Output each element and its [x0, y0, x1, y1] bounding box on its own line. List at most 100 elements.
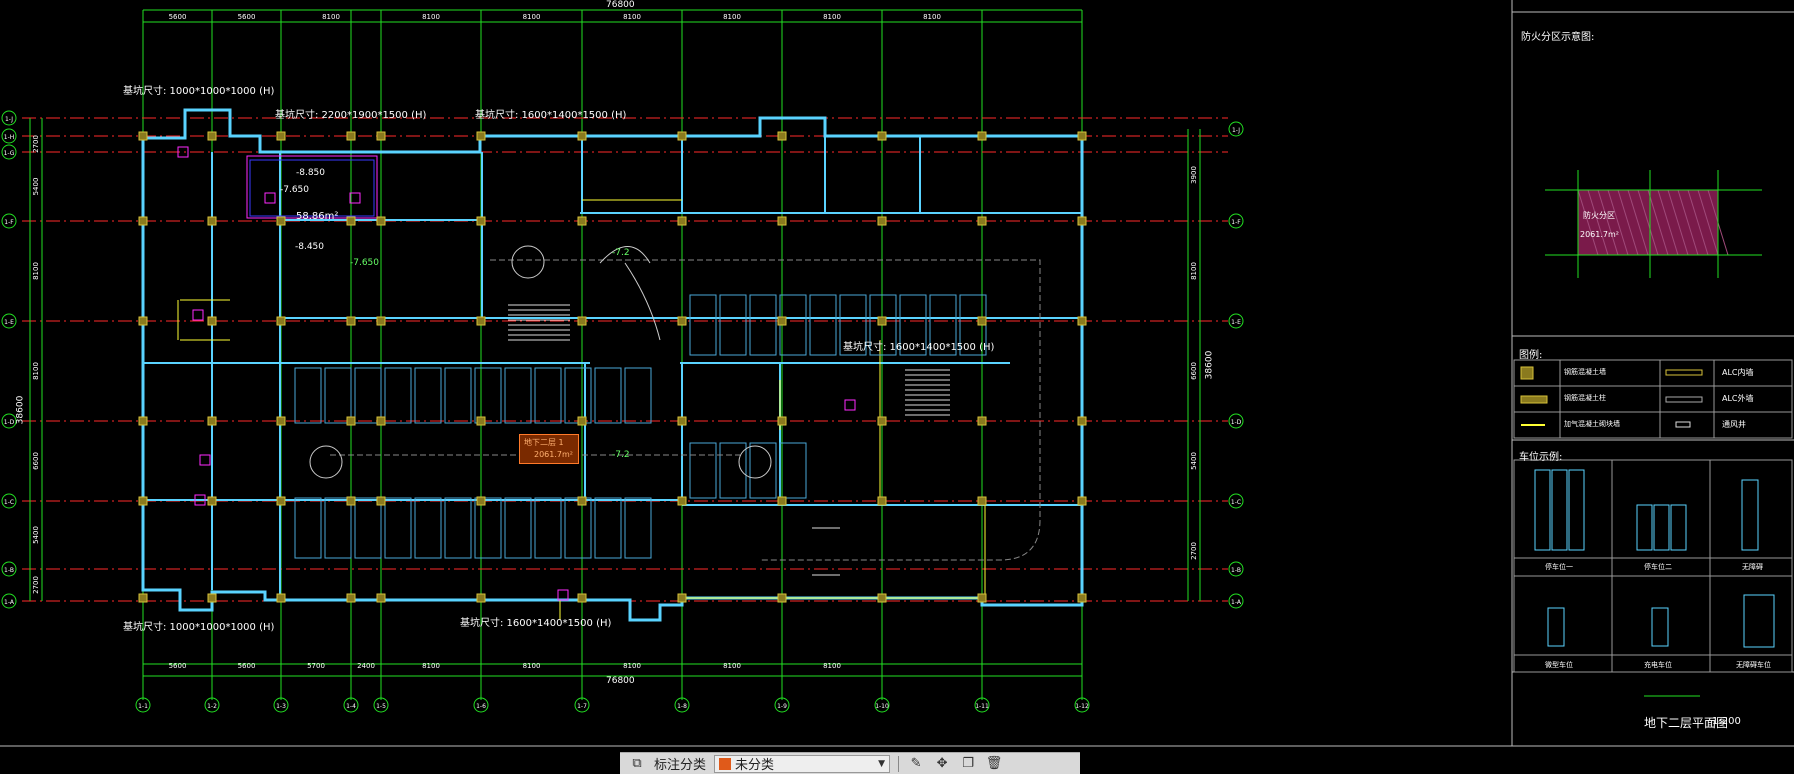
delete-icon[interactable]: 🗑	[985, 756, 1003, 772]
parking-stall	[354, 367, 382, 424]
parking-stall	[294, 367, 322, 424]
dim-label: 1-6	[476, 703, 486, 710]
note-base-bottom-left: 基坑尺寸: 1000*1000*1000 (H)	[123, 622, 275, 633]
dim-label: 5600	[169, 662, 187, 670]
note-base-bottom-mid: 基坑尺寸: 1600*1400*1500 (H)	[460, 618, 612, 629]
parking-stall	[324, 367, 352, 424]
dim-label: 8100	[823, 662, 841, 670]
equipment-symbol	[264, 192, 276, 204]
toolbar-divider	[898, 755, 900, 772]
parking-stall	[719, 294, 747, 356]
structural-column	[276, 416, 286, 426]
dim-label: 1-11	[975, 703, 989, 710]
sample-stall	[1653, 504, 1670, 551]
dim-label: 1-C	[1231, 499, 1241, 506]
copy-icon[interactable]: ❐	[959, 756, 977, 772]
structural-column	[276, 316, 286, 326]
sample-stall	[1551, 469, 1568, 551]
note-base-top-mid: 基坑尺寸: 2200*1900*1500 (H)	[275, 110, 427, 121]
parking-stall	[624, 367, 652, 424]
legend-label: 钢筋混凝土墙	[1564, 368, 1606, 376]
structural-column	[207, 416, 217, 426]
legend-label: ALC内墙	[1722, 368, 1754, 377]
dim-label: 8100	[923, 13, 941, 21]
note-base-top-left: 基坑尺寸: 1000*1000*1000 (H)	[123, 86, 275, 97]
dim-label: 1-9	[777, 703, 787, 710]
room-area-label: 58.86m²	[296, 211, 339, 222]
right-total-dim: 38600	[1204, 350, 1215, 380]
structural-column	[276, 131, 286, 141]
dim-label: 5700	[307, 662, 325, 670]
parking-type-label: 无障碍车位	[1736, 661, 1771, 669]
sample-stall	[1547, 607, 1565, 647]
room-tag[interactable]: 地下二层 1 2061.7m²	[519, 434, 579, 464]
dim-label: 1-10	[875, 703, 889, 710]
cad-drawing-canvas[interactable]: 5600 5600 8100 8100 8100 8100 8100 8100 8100 5600…	[0, 0, 1794, 774]
dim-label: 8100	[723, 13, 741, 21]
structural-column	[346, 316, 356, 326]
layers-icon[interactable]: ⧉	[628, 756, 646, 772]
dim-label: 8100	[1190, 262, 1198, 280]
elevation-label: -7.650	[350, 258, 380, 268]
move-icon[interactable]: ✥	[933, 756, 951, 772]
structural-column	[346, 216, 356, 226]
structural-column	[1077, 216, 1087, 226]
parking-stall	[474, 367, 502, 424]
parking-stall	[594, 367, 622, 424]
sample-stall	[1670, 504, 1687, 551]
structural-column	[877, 593, 887, 603]
structural-column	[476, 496, 486, 506]
structural-column	[376, 496, 386, 506]
structural-column	[777, 216, 787, 226]
structural-column	[777, 593, 787, 603]
parking-stall	[474, 497, 502, 559]
edit-icon[interactable]: ✎	[907, 756, 925, 772]
structural-column	[577, 316, 587, 326]
column-round	[738, 445, 772, 479]
parking-stall	[809, 294, 837, 356]
dim-label: 5400	[32, 526, 40, 544]
structural-column	[346, 416, 356, 426]
structural-column	[138, 131, 148, 141]
dim-label: 1-B	[4, 567, 14, 574]
dim-label: 1-H	[4, 134, 15, 141]
elevation-label: -8.850	[296, 168, 326, 178]
parking-stall	[624, 497, 652, 559]
dim-label: 8100	[823, 13, 841, 21]
structural-column	[677, 316, 687, 326]
legend-swatch	[1675, 421, 1691, 428]
parking-stall	[384, 367, 412, 424]
category-dropdown[interactable]: 未分类 ▼	[714, 754, 891, 773]
structural-column	[877, 496, 887, 506]
dim-label: 3900	[1190, 166, 1198, 184]
parking-stall	[689, 294, 717, 356]
parking-stall	[594, 497, 622, 559]
dim-label: 8100	[723, 662, 741, 670]
sample-stall	[1568, 469, 1585, 551]
parking-type-label: 停车位一	[1545, 563, 1573, 571]
dim-label: 1-4	[346, 703, 356, 710]
fire-zone-name: 防火分区	[1583, 211, 1615, 220]
structural-column	[877, 416, 887, 426]
annotation-category-label: 标注分类	[654, 758, 707, 773]
parking-stall	[504, 367, 532, 424]
note-base-top-right: 基坑尺寸: 1600*1400*1500 (H)	[475, 110, 627, 121]
dim-label: 1-1	[138, 703, 148, 710]
structural-column	[577, 216, 587, 226]
plan-scale: 1:200	[1712, 716, 1741, 727]
dim-label: 1-D	[1231, 419, 1242, 426]
category-color-swatch	[719, 757, 732, 770]
dim-label: 1-J	[5, 116, 13, 123]
legend-swatch	[1520, 366, 1534, 380]
legend-swatch	[1665, 396, 1703, 403]
dim-label: 1-12	[1075, 703, 1089, 710]
dim-label: 8100	[623, 13, 641, 21]
structural-column	[677, 416, 687, 426]
dim-label: 5600	[169, 13, 187, 21]
structural-column	[376, 416, 386, 426]
parking-stall	[534, 367, 562, 424]
parking-stall	[384, 497, 412, 559]
structural-column	[777, 316, 787, 326]
parking-stall	[354, 497, 382, 559]
structural-column	[577, 131, 587, 141]
